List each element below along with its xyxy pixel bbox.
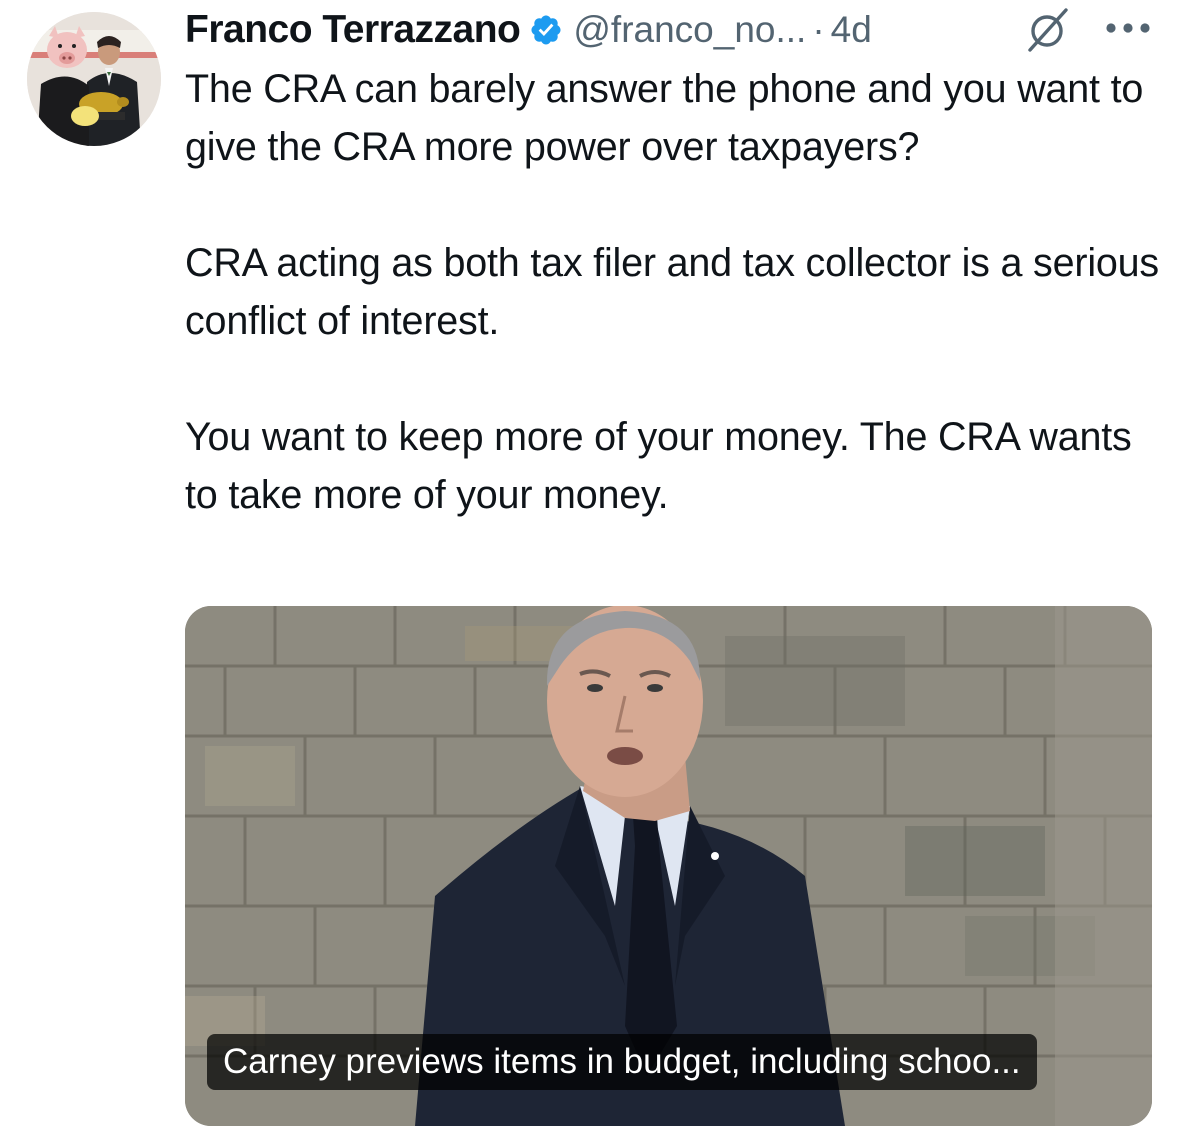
- post-header: Franco Terrazzano @franco_no... · 4d: [185, 6, 872, 54]
- author-display-name[interactable]: Franco Terrazzano: [185, 8, 521, 52]
- verified-badge-icon[interactable]: [529, 13, 563, 47]
- post-paragraph-1: The CRA can barely answer the phone and …: [185, 67, 1144, 169]
- avatar-image: [27, 12, 161, 146]
- post-timestamp[interactable]: 4d: [831, 9, 872, 51]
- author-avatar[interactable]: [27, 12, 161, 146]
- link-preview-card[interactable]: Carney previews items in budget, includi…: [185, 606, 1152, 1126]
- post-paragraph-2: CRA acting as both tax filer and tax col…: [185, 241, 1159, 343]
- post-paragraph-3: You want to keep more of your money. The…: [185, 415, 1132, 517]
- more-options-icon[interactable]: [1102, 14, 1154, 42]
- grok-icon[interactable]: [1022, 4, 1074, 56]
- post-body: The CRA can barely answer the phone and …: [185, 60, 1170, 524]
- author-handle[interactable]: @franco_no...: [573, 9, 806, 51]
- meta-separator: ·: [812, 9, 825, 50]
- link-preview-caption[interactable]: Carney previews items in budget, includi…: [207, 1034, 1037, 1090]
